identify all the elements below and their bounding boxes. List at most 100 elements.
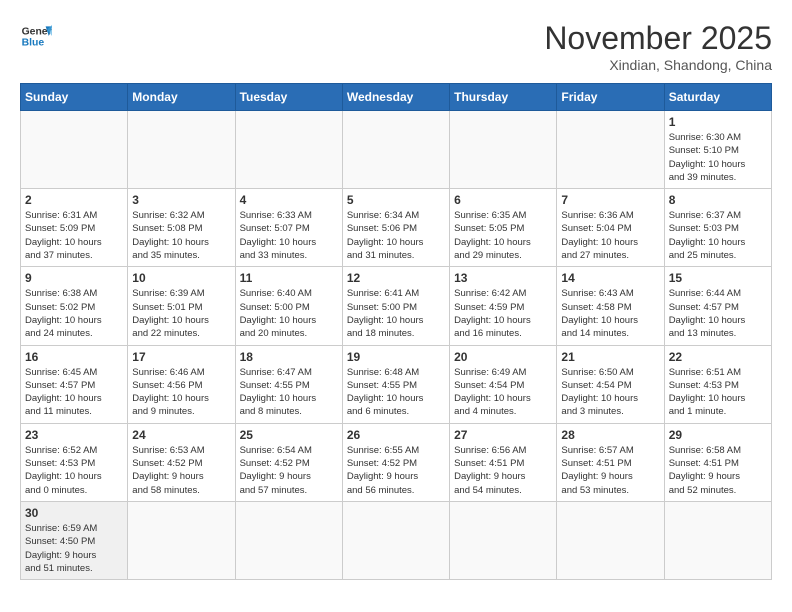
calendar-cell-21: 16 Sunrise: 6:45 AMSunset: 4:57 PMDayligh… bbox=[21, 345, 128, 423]
weekday-header-tuesday: Tuesday bbox=[235, 84, 342, 111]
day-info-23: Sunrise: 6:52 AMSunset: 4:53 PMDaylight:… bbox=[25, 444, 123, 497]
day-info-14: Sunrise: 6:43 AMSunset: 4:58 PMDaylight:… bbox=[561, 287, 659, 340]
calendar-cell-37 bbox=[235, 501, 342, 579]
calendar-cell-1 bbox=[128, 111, 235, 189]
calendar-row-3: 16 Sunrise: 6:45 AMSunset: 4:57 PMDayligh… bbox=[21, 345, 772, 423]
day-number-25: 25 bbox=[240, 428, 338, 442]
day-info-19: Sunrise: 6:48 AMSunset: 4:55 PMDaylight:… bbox=[347, 366, 445, 419]
day-number-21: 21 bbox=[561, 350, 659, 364]
calendar-cell-16: 11 Sunrise: 6:40 AMSunset: 5:00 PMDayligh… bbox=[235, 267, 342, 345]
day-number-23: 23 bbox=[25, 428, 123, 442]
calendar-cell-14: 9 Sunrise: 6:38 AMSunset: 5:02 PMDaylight… bbox=[21, 267, 128, 345]
calendar-cell-7: 2 Sunrise: 6:31 AMSunset: 5:09 PMDaylight… bbox=[21, 189, 128, 267]
day-number-2: 2 bbox=[25, 193, 123, 207]
subtitle: Xindian, Shandong, China bbox=[544, 57, 772, 73]
weekday-header-row: SundayMondayTuesdayWednesdayThursdayFrid… bbox=[21, 84, 772, 111]
day-number-22: 22 bbox=[669, 350, 767, 364]
day-number-9: 9 bbox=[25, 271, 123, 285]
calendar-cell-39 bbox=[450, 501, 557, 579]
weekday-header-thursday: Thursday bbox=[450, 84, 557, 111]
calendar-cell-12: 7Sunrise: 6:36 AMSunset: 5:04 PMDaylight… bbox=[557, 189, 664, 267]
day-number-4: 4 bbox=[240, 193, 338, 207]
day-number-24: 24 bbox=[132, 428, 230, 442]
calendar-cell-28: 23 Sunrise: 6:52 AMSunset: 4:53 PMDayligh… bbox=[21, 423, 128, 501]
day-number-20: 20 bbox=[454, 350, 552, 364]
day-info-11: Sunrise: 6:40 AMSunset: 5:00 PMDaylight:… bbox=[240, 287, 338, 340]
calendar-cell-9: 4 Sunrise: 6:33 AMSunset: 5:07 PMDaylight… bbox=[235, 189, 342, 267]
day-info-17: Sunrise: 6:46 AMSunset: 4:56 PMDaylight:… bbox=[132, 366, 230, 419]
calendar-cell-3 bbox=[342, 111, 449, 189]
day-number-27: 27 bbox=[454, 428, 552, 442]
calendar-cell-32: 27 Sunrise: 6:56 AMSunset: 4:51 PMDayligh… bbox=[450, 423, 557, 501]
calendar-cell-35: 30 Sunrise: 6:59 AMSunset: 4:50 PMDayligh… bbox=[21, 501, 128, 579]
calendar-row-1: 2 Sunrise: 6:31 AMSunset: 5:09 PMDaylight… bbox=[21, 189, 772, 267]
day-number-3: 3 bbox=[132, 193, 230, 207]
calendar-cell-33: 28 Sunrise: 6:57 AMSunset: 4:51 PMDayligh… bbox=[557, 423, 664, 501]
calendar-cell-29: 24Sunrise: 6:53 AMSunset: 4:52 PMDayligh… bbox=[128, 423, 235, 501]
calendar-cell-18: 13 Sunrise: 6:42 AMSunset: 4:59 PMDayligh… bbox=[450, 267, 557, 345]
day-number-13: 13 bbox=[454, 271, 552, 285]
day-number-15: 15 bbox=[669, 271, 767, 285]
header: General Blue November 2025 Xindian, Shan… bbox=[20, 20, 772, 73]
calendar-cell-6: 1Sunrise: 6:30 AMSunset: 5:10 PMDaylight… bbox=[664, 111, 771, 189]
calendar-cell-30: 25 Sunrise: 6:54 AMSunset: 4:52 PMDayligh… bbox=[235, 423, 342, 501]
calendar-cell-34: 29 Sunrise: 6:58 AMSunset: 4:51 PMDayligh… bbox=[664, 423, 771, 501]
day-info-13: Sunrise: 6:42 AMSunset: 4:59 PMDaylight:… bbox=[454, 287, 552, 340]
calendar-cell-26: 21 Sunrise: 6:50 AMSunset: 4:54 PMDayligh… bbox=[557, 345, 664, 423]
day-info-5: Sunrise: 6:34 AMSunset: 5:06 PMDaylight:… bbox=[347, 209, 445, 262]
calendar-cell-13: 8 Sunrise: 6:37 AMSunset: 5:03 PMDaylight… bbox=[664, 189, 771, 267]
calendar-row-5: 30 Sunrise: 6:59 AMSunset: 4:50 PMDayligh… bbox=[21, 501, 772, 579]
weekday-header-wednesday: Wednesday bbox=[342, 84, 449, 111]
day-info-10: Sunrise: 6:39 AMSunset: 5:01 PMDaylight:… bbox=[132, 287, 230, 340]
day-info-25: Sunrise: 6:54 AMSunset: 4:52 PMDaylight:… bbox=[240, 444, 338, 497]
day-number-12: 12 bbox=[347, 271, 445, 285]
day-number-19: 19 bbox=[347, 350, 445, 364]
day-info-22: Sunrise: 6:51 AMSunset: 4:53 PMDaylight:… bbox=[669, 366, 767, 419]
day-number-29: 29 bbox=[669, 428, 767, 442]
calendar-cell-17: 12 Sunrise: 6:41 AMSunset: 5:00 PMDayligh… bbox=[342, 267, 449, 345]
calendar-row-0: 1Sunrise: 6:30 AMSunset: 5:10 PMDaylight… bbox=[21, 111, 772, 189]
weekday-header-friday: Friday bbox=[557, 84, 664, 111]
day-info-12: Sunrise: 6:41 AMSunset: 5:00 PMDaylight:… bbox=[347, 287, 445, 340]
svg-text:Blue: Blue bbox=[22, 38, 45, 49]
calendar-cell-24: 19 Sunrise: 6:48 AMSunset: 4:55 PMDayligh… bbox=[342, 345, 449, 423]
day-info-26: Sunrise: 6:55 AMSunset: 4:52 PMDaylight:… bbox=[347, 444, 445, 497]
day-number-16: 16 bbox=[25, 350, 123, 364]
day-info-2: Sunrise: 6:31 AMSunset: 5:09 PMDaylight:… bbox=[25, 209, 123, 262]
calendar-cell-25: 20 Sunrise: 6:49 AMSunset: 4:54 PMDayligh… bbox=[450, 345, 557, 423]
day-info-27: Sunrise: 6:56 AMSunset: 4:51 PMDaylight:… bbox=[454, 444, 552, 497]
calendar-cell-36 bbox=[128, 501, 235, 579]
day-info-9: Sunrise: 6:38 AMSunset: 5:02 PMDaylight:… bbox=[25, 287, 123, 340]
day-info-29: Sunrise: 6:58 AMSunset: 4:51 PMDaylight:… bbox=[669, 444, 767, 497]
day-number-5: 5 bbox=[347, 193, 445, 207]
calendar-cell-15: 10 Sunrise: 6:39 AMSunset: 5:01 PMDayligh… bbox=[128, 267, 235, 345]
day-info-28: Sunrise: 6:57 AMSunset: 4:51 PMDaylight:… bbox=[561, 444, 659, 497]
calendar-cell-23: 18Sunrise: 6:47 AMSunset: 4:55 PMDayligh… bbox=[235, 345, 342, 423]
calendar-row-4: 23 Sunrise: 6:52 AMSunset: 4:53 PMDayligh… bbox=[21, 423, 772, 501]
day-info-8: Sunrise: 6:37 AMSunset: 5:03 PMDaylight:… bbox=[669, 209, 767, 262]
day-info-4: Sunrise: 6:33 AMSunset: 5:07 PMDaylight:… bbox=[240, 209, 338, 262]
day-number-10: 10 bbox=[132, 271, 230, 285]
day-info-3: Sunrise: 6:32 AMSunset: 5:08 PMDaylight:… bbox=[132, 209, 230, 262]
day-info-20: Sunrise: 6:49 AMSunset: 4:54 PMDaylight:… bbox=[454, 366, 552, 419]
calendar-cell-22: 17Sunrise: 6:46 AMSunset: 4:56 PMDayligh… bbox=[128, 345, 235, 423]
weekday-header-monday: Monday bbox=[128, 84, 235, 111]
day-number-28: 28 bbox=[561, 428, 659, 442]
day-info-18: Sunrise: 6:47 AMSunset: 4:55 PMDaylight:… bbox=[240, 366, 338, 419]
day-number-8: 8 bbox=[669, 193, 767, 207]
day-info-6: Sunrise: 6:35 AMSunset: 5:05 PMDaylight:… bbox=[454, 209, 552, 262]
calendar: SundayMondayTuesdayWednesdayThursdayFrid… bbox=[20, 83, 772, 580]
calendar-cell-41 bbox=[664, 501, 771, 579]
day-number-1: 1 bbox=[669, 115, 767, 129]
day-info-30: Sunrise: 6:59 AMSunset: 4:50 PMDaylight:… bbox=[25, 522, 123, 575]
calendar-row-2: 9 Sunrise: 6:38 AMSunset: 5:02 PMDaylight… bbox=[21, 267, 772, 345]
day-number-30: 30 bbox=[25, 506, 123, 520]
day-number-11: 11 bbox=[240, 271, 338, 285]
calendar-cell-0 bbox=[21, 111, 128, 189]
day-info-21: Sunrise: 6:50 AMSunset: 4:54 PMDaylight:… bbox=[561, 366, 659, 419]
calendar-cell-27: 22 Sunrise: 6:51 AMSunset: 4:53 PMDayligh… bbox=[664, 345, 771, 423]
calendar-cell-2 bbox=[235, 111, 342, 189]
day-info-16: Sunrise: 6:45 AMSunset: 4:57 PMDaylight:… bbox=[25, 366, 123, 419]
calendar-cell-20: 15Sunrise: 6:44 AMSunset: 4:57 PMDayligh… bbox=[664, 267, 771, 345]
day-number-7: 7 bbox=[561, 193, 659, 207]
